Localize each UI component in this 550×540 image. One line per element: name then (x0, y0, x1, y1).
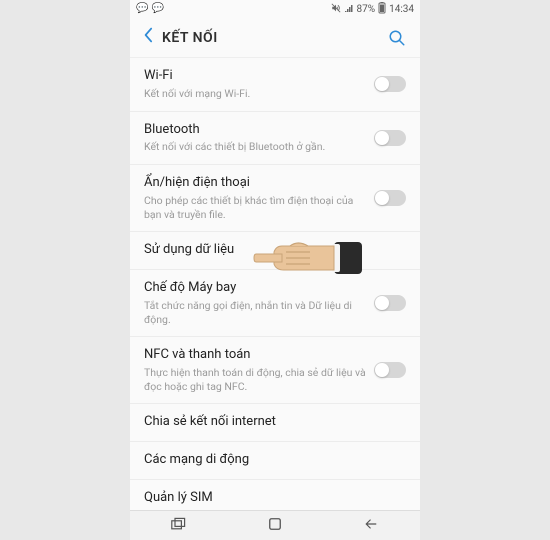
battery-icon (378, 2, 386, 17)
item-title: Quản lý SIM (144, 490, 398, 507)
list-item-tethering[interactable]: Chia sẻ kết nối internet (130, 404, 420, 442)
back-button[interactable] (140, 23, 160, 52)
nav-recents[interactable] (161, 513, 197, 539)
list-item-visibility[interactable]: Ẩn/hiện điện thoại Cho phép các thiết bị… (130, 165, 420, 232)
list-item-airplane[interactable]: Chế độ Máy bay Tắt chức năng gọi điện, n… (130, 270, 420, 337)
toggle-airplane[interactable] (374, 295, 406, 311)
list-item-nfc[interactable]: NFC và thanh toán Thực hiện thanh toán d… (130, 337, 420, 404)
list-item-wifi[interactable]: Wi-Fi Kết nối với mạng Wi-Fi. (130, 58, 420, 112)
list-item-sim[interactable]: Quản lý SIM (130, 480, 420, 510)
header: KẾT NỐI (130, 18, 420, 58)
chat-icon: 💬 (136, 4, 148, 14)
item-subtitle: Thực hiện thanh toán di động, chia sẻ dữ… (144, 366, 366, 393)
nav-back[interactable] (353, 513, 389, 539)
status-bar: 💬 💬 87% 14:34 (130, 0, 420, 18)
item-title: Sử dụng dữ liệu (144, 242, 398, 259)
nav-home[interactable] (258, 513, 292, 539)
item-subtitle: Kết nối với mạng Wi-Fi. (144, 87, 366, 101)
phone-frame: 💬 💬 87% 14:34 KẾT NỐI (130, 0, 420, 540)
signal-icon (344, 3, 354, 16)
nav-bar (130, 510, 420, 540)
item-title: Wi-Fi (144, 68, 366, 85)
item-title: Các mạng di động (144, 452, 398, 469)
list-item-bluetooth[interactable]: Bluetooth Kết nối với các thiết bị Bluet… (130, 112, 420, 166)
list-item-mobile-networks[interactable]: Các mạng di động (130, 442, 420, 480)
mute-icon (331, 3, 341, 16)
item-subtitle: Kết nối với các thiết bị Bluetooth ở gần… (144, 140, 366, 154)
item-title: Chế độ Máy bay (144, 280, 366, 297)
chat-icon: 💬 (151, 4, 163, 14)
toggle-visibility[interactable] (374, 190, 406, 206)
item-title: Chia sẻ kết nối internet (144, 414, 398, 431)
clock: 14:34 (389, 4, 414, 15)
settings-list: Wi-Fi Kết nối với mạng Wi-Fi. Bluetooth … (130, 58, 420, 510)
toggle-nfc[interactable] (374, 362, 406, 378)
item-subtitle: Cho phép các thiết bị khác tìm điện thoạ… (144, 194, 366, 221)
item-subtitle: Tắt chức năng gọi điện, nhắn tin và Dữ l… (144, 299, 366, 326)
toggle-wifi[interactable] (374, 76, 406, 92)
list-item-data-usage[interactable]: Sử dụng dữ liệu (130, 232, 420, 270)
item-title: NFC và thanh toán (144, 347, 366, 364)
status-right: 87% 14:34 (331, 2, 414, 17)
search-button[interactable] (384, 25, 410, 51)
toggle-bluetooth[interactable] (374, 130, 406, 146)
item-title: Bluetooth (144, 122, 366, 139)
battery-percent: 87% (357, 4, 376, 15)
page-title: KẾT NỐI (160, 30, 384, 46)
status-left: 💬 💬 (136, 4, 164, 14)
item-title: Ẩn/hiện điện thoại (144, 175, 366, 192)
